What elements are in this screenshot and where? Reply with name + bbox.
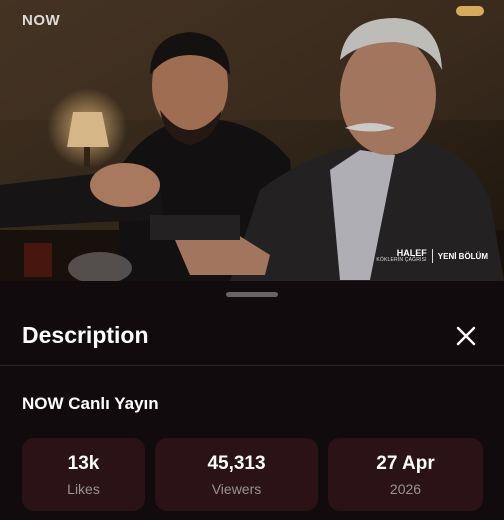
sheet-title: Description <box>22 322 149 348</box>
badge-divider <box>431 249 433 263</box>
viewers-card: 45,313 Viewers <box>155 438 318 511</box>
likes-card: 13k Likes <box>22 438 145 511</box>
drag-handle[interactable] <box>226 292 278 297</box>
video-player[interactable]: NOW HALEF KÖKLERİN ÇAĞRISI YENİ BÖLÜM <box>0 0 504 281</box>
year-label: 2026 <box>389 481 422 497</box>
viewers-label: Viewers <box>211 481 262 497</box>
date-value: 27 Apr <box>376 453 435 474</box>
viewers-value: 45,313 <box>207 453 266 474</box>
likes-label: Likes <box>67 481 100 497</box>
show-subtitle: KÖKLERİN ÇAĞRISI <box>376 257 427 263</box>
description-sheet: Description NOW Canlı Yayın 13k Likes 45… <box>0 281 504 520</box>
date-card: 27 Apr 2026 <box>328 438 483 511</box>
close-button[interactable] <box>450 320 482 352</box>
sheet-header: Description <box>0 307 504 366</box>
close-icon <box>456 326 476 346</box>
show-badge: HALEF KÖKLERİN ÇAĞRISI YENİ BÖLÜM <box>376 249 488 263</box>
channel-logo: NOW <box>22 12 61 29</box>
channel-name: NOW Canlı Yayın <box>22 394 159 413</box>
episode-tag: YENİ BÖLÜM <box>437 251 488 261</box>
video-frame <box>0 0 504 281</box>
likes-value: 13k <box>67 453 100 474</box>
